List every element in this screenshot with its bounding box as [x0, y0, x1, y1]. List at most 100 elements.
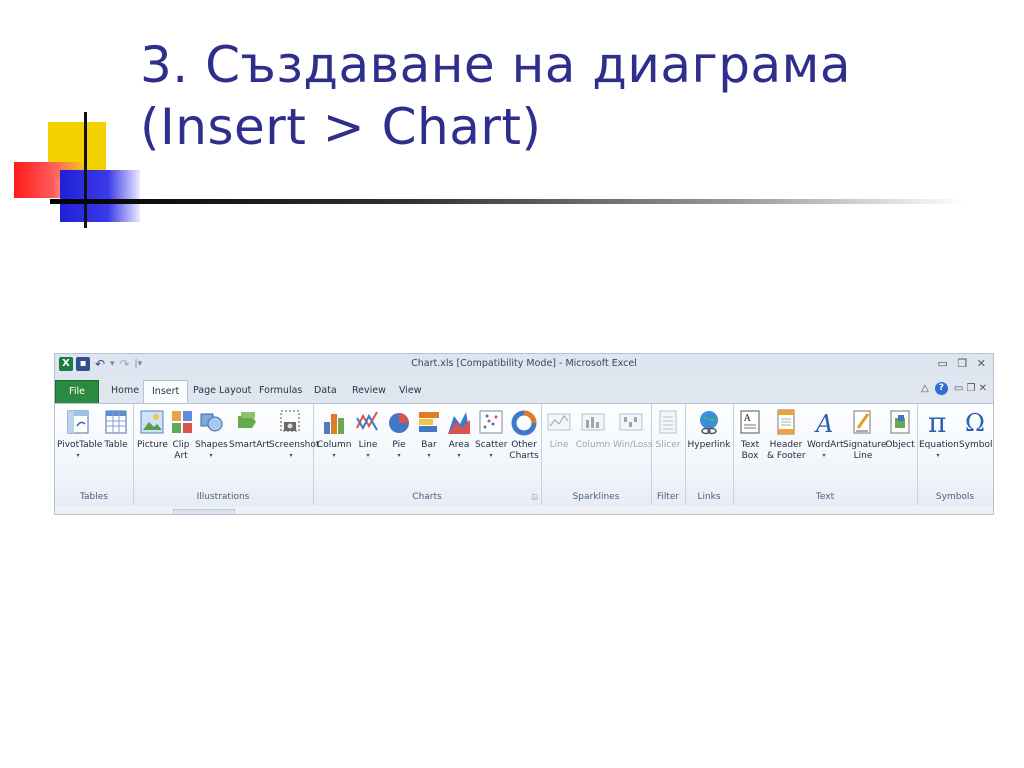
other-charts-icon [511, 408, 537, 436]
tab-insert[interactable]: Insert [143, 380, 189, 405]
svg-text:π: π [928, 408, 946, 436]
group-sparklines: Line Column Win/Loss Sparklines [541, 404, 653, 505]
tab-data[interactable]: Data [306, 380, 345, 402]
header-footer-button[interactable]: Header & Footer [767, 408, 806, 462]
wordart-button[interactable]: A WordArt ▾ [807, 408, 844, 460]
pivottable-icon [65, 408, 91, 436]
svg-text:A: A [814, 410, 833, 436]
signature-line-button[interactable]: Signature Line [843, 408, 887, 462]
group-label-charts: Charts [412, 492, 442, 502]
object-label: Object [885, 440, 915, 450]
sparkline-line-button[interactable]: Line [545, 408, 573, 451]
tab-home[interactable]: Home [103, 380, 147, 402]
table-icon [103, 408, 129, 436]
bar-chart-icon [416, 408, 442, 436]
screenshot-button[interactable]: Screenshot ▾ [269, 408, 320, 460]
chevron-down-icon: ▾ [209, 452, 213, 459]
slicer-button[interactable]: Slicer [653, 408, 683, 451]
tab-view[interactable]: View [391, 380, 430, 402]
equation-icon: π [925, 406, 951, 439]
scatter-chart-label: Scatter [475, 440, 508, 450]
group-label-links: Links [697, 492, 721, 502]
wordart-icon: A [811, 408, 837, 438]
title-underline [50, 199, 965, 204]
tab-review[interactable]: Review [344, 380, 394, 402]
hyperlink-icon [696, 408, 722, 436]
column-chart-button[interactable]: Column ▾ [317, 408, 351, 460]
header-footer-icon [773, 408, 799, 436]
symbol-icon: Ω [962, 408, 988, 437]
text-box-icon: A [737, 408, 763, 436]
area-chart-button[interactable]: Area ▾ [445, 408, 473, 460]
picture-button[interactable]: Picture [137, 408, 168, 451]
clip-art-button[interactable]: Clip Art [169, 408, 193, 462]
chevron-down-icon: ▾ [427, 452, 431, 459]
dialog-launcher-icon[interactable]: ◲ [531, 493, 538, 501]
window-controls[interactable]: ▭ ❐ ✕ [938, 357, 989, 370]
ribbon-insert: PivotTable ▾ Table Tables Picture Clip A… [55, 403, 993, 508]
group-illustrations: Picture Clip Art Shapes ▾ SmartArt Scree… [133, 404, 320, 505]
signature-line-label: Signature Line [843, 440, 887, 461]
smartart-button[interactable]: SmartArt [229, 408, 270, 451]
header-footer-label: Header & Footer [767, 440, 806, 461]
hyperlink-label: Hyperlink [687, 440, 731, 450]
chevron-down-icon: ▾ [489, 452, 493, 459]
object-icon [887, 408, 913, 436]
bar-chart-button[interactable]: Bar ▾ [415, 408, 443, 460]
group-filter: Slicer Filter [651, 404, 686, 505]
other-charts-label: Other Charts [509, 440, 539, 461]
text-box-button[interactable]: A Text Box [735, 408, 765, 462]
shapes-icon [198, 408, 224, 436]
tab-page-layout[interactable]: Page Layout [185, 380, 259, 402]
ribbon-tab-bar: File Home Insert Page Layout Formulas Da… [55, 376, 993, 405]
decor-vertical-line [84, 112, 87, 228]
pivottable-button[interactable]: PivotTable ▾ [57, 408, 102, 460]
line-chart-button[interactable]: Line ▾ [353, 408, 383, 460]
excel-window: X ▪ ↶ ▾ ↷ |▾ Chart.xls [Compatibility Mo… [54, 353, 994, 515]
equation-label: Equation [919, 440, 959, 450]
ribbon-right-controls: △ ? ▭ ❐ ✕ [921, 382, 987, 395]
chevron-down-icon: ▾ [76, 452, 80, 459]
tab-formulas[interactable]: Formulas [251, 380, 310, 402]
decor-blue-square [60, 170, 140, 222]
shapes-label: Shapes [195, 440, 228, 450]
area-chart-icon [446, 408, 472, 436]
chevron-down-icon: ▾ [366, 452, 370, 459]
minimize-ribbon-icon[interactable]: △ [921, 383, 929, 394]
tab-file[interactable]: File [55, 380, 99, 404]
chevron-down-icon: ▾ [332, 452, 336, 459]
restore-window-icon[interactable]: ▭ ❐ ✕ [954, 383, 987, 394]
sparkline-winloss-button[interactable]: Win/Loss [613, 408, 653, 451]
bar-chart-label: Bar [421, 440, 437, 450]
svg-text:Ω: Ω [965, 409, 985, 436]
scatter-chart-button[interactable]: Scatter ▾ [475, 408, 507, 460]
chevron-down-icon: ▾ [457, 452, 461, 459]
screenshot-label: Screenshot [269, 440, 320, 450]
shapes-button[interactable]: Shapes ▾ [195, 408, 228, 460]
equation-button[interactable]: π Equation ▾ [919, 406, 959, 460]
object-button[interactable]: Object [885, 408, 915, 451]
pie-chart-button[interactable]: Pie ▾ [385, 408, 413, 460]
symbol-button[interactable]: Ω Symbol [959, 408, 993, 451]
sheet-area-tab [173, 509, 235, 514]
smartart-icon [235, 408, 261, 436]
hyperlink-button[interactable]: Hyperlink [687, 408, 731, 451]
sparkline-line-icon [546, 408, 572, 436]
group-label-illustrations: Illustrations [196, 492, 250, 502]
pie-chart-icon [386, 408, 412, 436]
help-icon[interactable]: ? [934, 382, 948, 395]
other-charts-button[interactable]: Other Charts [509, 408, 539, 462]
scatter-chart-icon [478, 408, 504, 436]
picture-label: Picture [137, 440, 168, 450]
sparkline-winloss-icon [618, 408, 644, 436]
column-chart-label: Column [317, 440, 352, 450]
slicer-icon [655, 408, 681, 436]
table-button[interactable]: Table [101, 408, 131, 451]
sparkline-column-button[interactable]: Column [575, 408, 611, 451]
wordart-label: WordArt [807, 440, 844, 450]
group-symbols: π Equation ▾ Ω Symbol Symbols [917, 404, 993, 505]
pie-chart-label: Pie [392, 440, 406, 450]
group-label-sparklines: Sparklines [572, 492, 620, 502]
picture-icon [139, 408, 165, 436]
chevron-down-icon: ▾ [397, 452, 401, 459]
